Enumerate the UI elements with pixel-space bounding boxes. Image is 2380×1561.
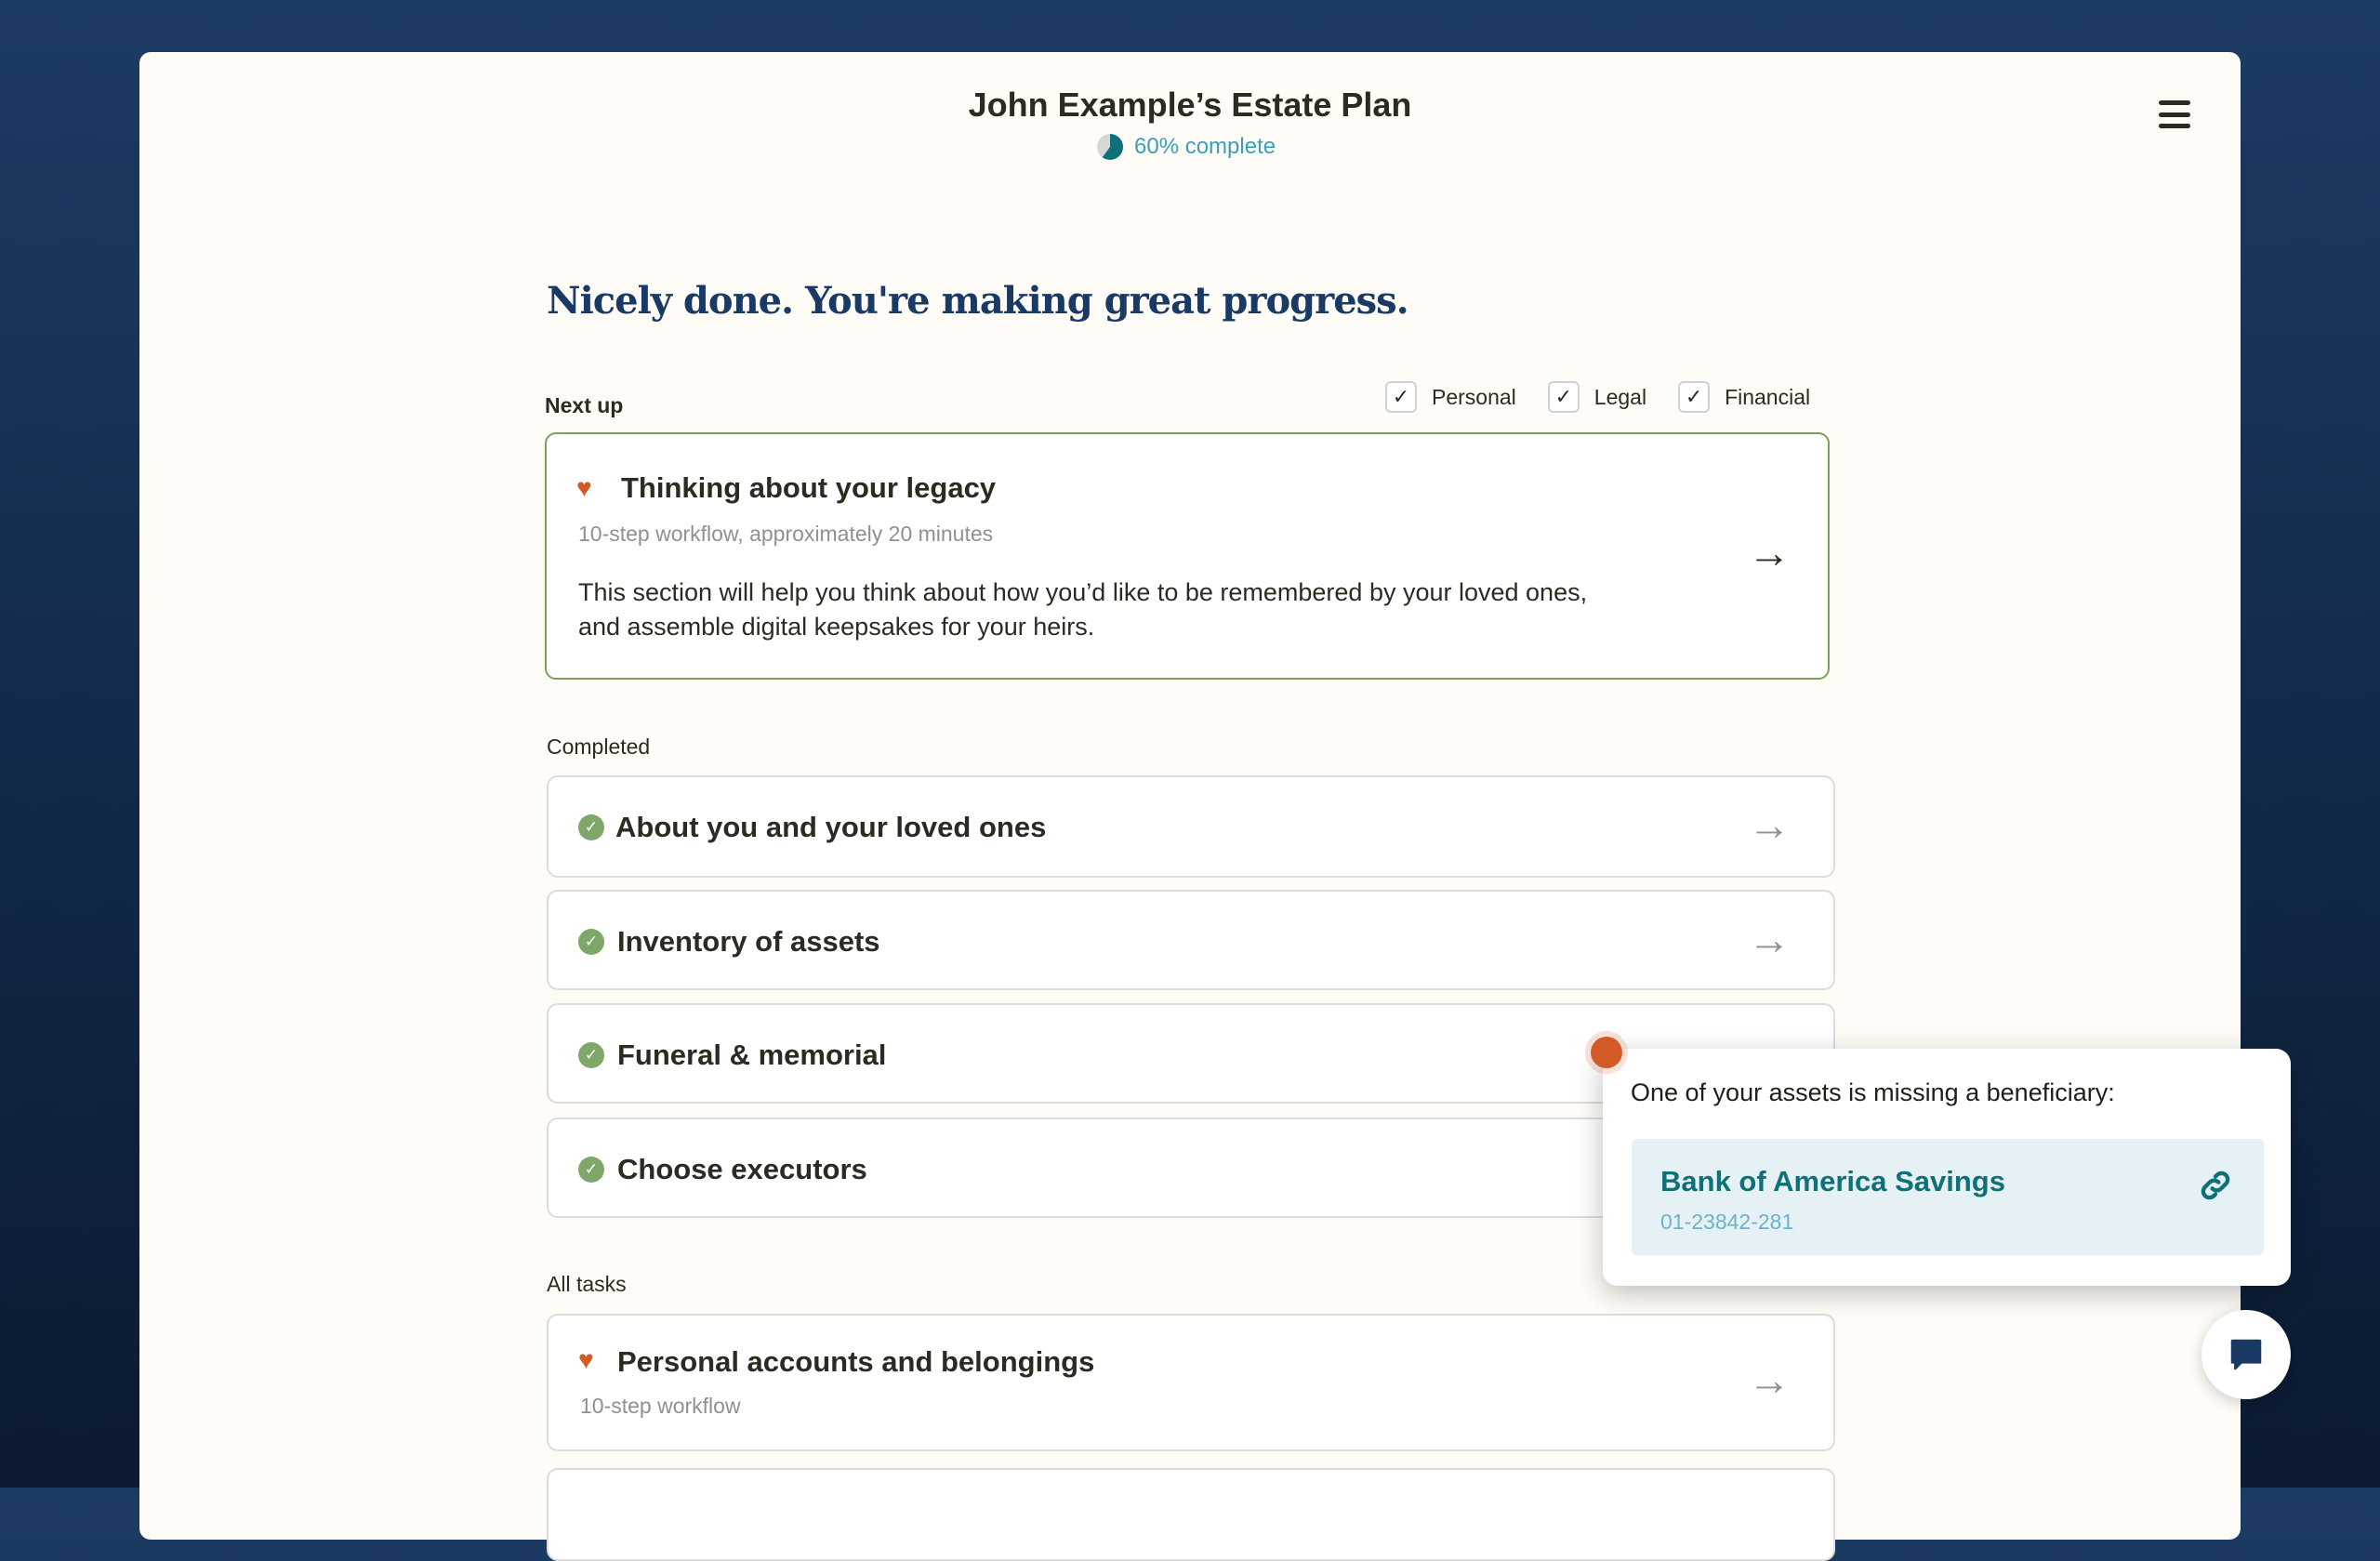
alert-hotspot-dot[interactable]	[1591, 1037, 1622, 1068]
hamburger-menu-button[interactable]	[2159, 100, 2190, 128]
chat-button[interactable]	[2202, 1310, 2291, 1399]
arrow-right-icon[interactable]: →	[1748, 1355, 1791, 1405]
arrow-right-icon[interactable]: →	[1748, 800, 1791, 850]
check-circle-icon: ✓	[578, 814, 604, 840]
page-heading: Nicely done. You're making great progres…	[547, 279, 1409, 323]
chat-bubble-icon	[2230, 1339, 2262, 1370]
filter-label: Personal	[1432, 384, 1516, 409]
completed-item[interactable]: ✓ Inventory of assets →	[547, 890, 1835, 990]
filter-label: Financial	[1725, 384, 1811, 409]
beneficiary-alert-popup: One of your assets is missing a benefici…	[1603, 1049, 2291, 1286]
filter-label: Legal	[1593, 384, 1647, 409]
filter-financial[interactable]: ✓ Financial	[1678, 381, 1810, 413]
task-item[interactable]	[547, 1468, 1835, 1561]
item-title: Funeral & memorial	[617, 1038, 887, 1071]
item-title: Choose executors	[617, 1153, 867, 1185]
asset-name: Bank of America Savings	[1660, 1165, 2005, 1197]
next-up-description: and assemble digital keepsakes for your …	[578, 613, 1095, 641]
popup-message: One of your assets is missing a benefici…	[1631, 1078, 2115, 1106]
heart-icon: ♥	[576, 473, 592, 502]
task-item[interactable]: ♥ Personal accounts and belongings 10-st…	[547, 1314, 1835, 1451]
completed-label: Completed	[547, 734, 651, 759]
next-up-description: This section will help you think about h…	[578, 578, 1588, 606]
arrow-right-icon[interactable]: →	[1748, 527, 1791, 577]
progress-label: 60% complete	[1134, 134, 1276, 159]
page-title: John Example’s Estate Plan	[968, 86, 1412, 124]
check-circle-icon: ✓	[578, 1042, 604, 1068]
next-up-label: Next up	[545, 393, 624, 417]
check-circle-icon: ✓	[578, 1157, 604, 1183]
checkbox-checked-icon[interactable]: ✓	[1678, 381, 1711, 413]
progress-indicator: 60% complete	[1097, 134, 1276, 160]
all-tasks-label: All tasks	[547, 1272, 627, 1296]
next-up-title: Thinking about your legacy	[621, 471, 997, 504]
next-up-meta: 10-step workflow, approximately 20 minut…	[578, 522, 994, 546]
category-filters: ✓ Personal ✓ Legal ✓ Financial	[1385, 381, 1810, 413]
completed-item[interactable]: ✓ About you and your loved ones →	[547, 775, 1835, 878]
filter-legal[interactable]: ✓ Legal	[1547, 381, 1647, 413]
asset-number: 01-23842-281	[1660, 1210, 1794, 1234]
item-title: Personal accounts and belongings	[617, 1345, 1095, 1378]
checkbox-checked-icon[interactable]: ✓	[1547, 381, 1580, 413]
progress-pie-icon	[1097, 134, 1123, 160]
heart-icon: ♥	[578, 1345, 594, 1374]
check-circle-icon: ✓	[578, 929, 604, 955]
item-meta: 10-step workflow	[580, 1394, 741, 1418]
filter-personal[interactable]: ✓ Personal	[1385, 381, 1516, 413]
arrow-right-icon[interactable]: →	[1748, 914, 1791, 964]
next-up-card[interactable]: ♥ Thinking about your legacy 10-step wor…	[545, 432, 1830, 680]
asset-link-card[interactable]: Bank of America Savings 01-23842-281	[1632, 1139, 2264, 1255]
item-title: Inventory of assets	[617, 925, 880, 958]
link-icon[interactable]	[2197, 1167, 2234, 1204]
checkbox-checked-icon[interactable]: ✓	[1385, 381, 1417, 413]
item-title: About you and your loved ones	[615, 811, 1047, 843]
